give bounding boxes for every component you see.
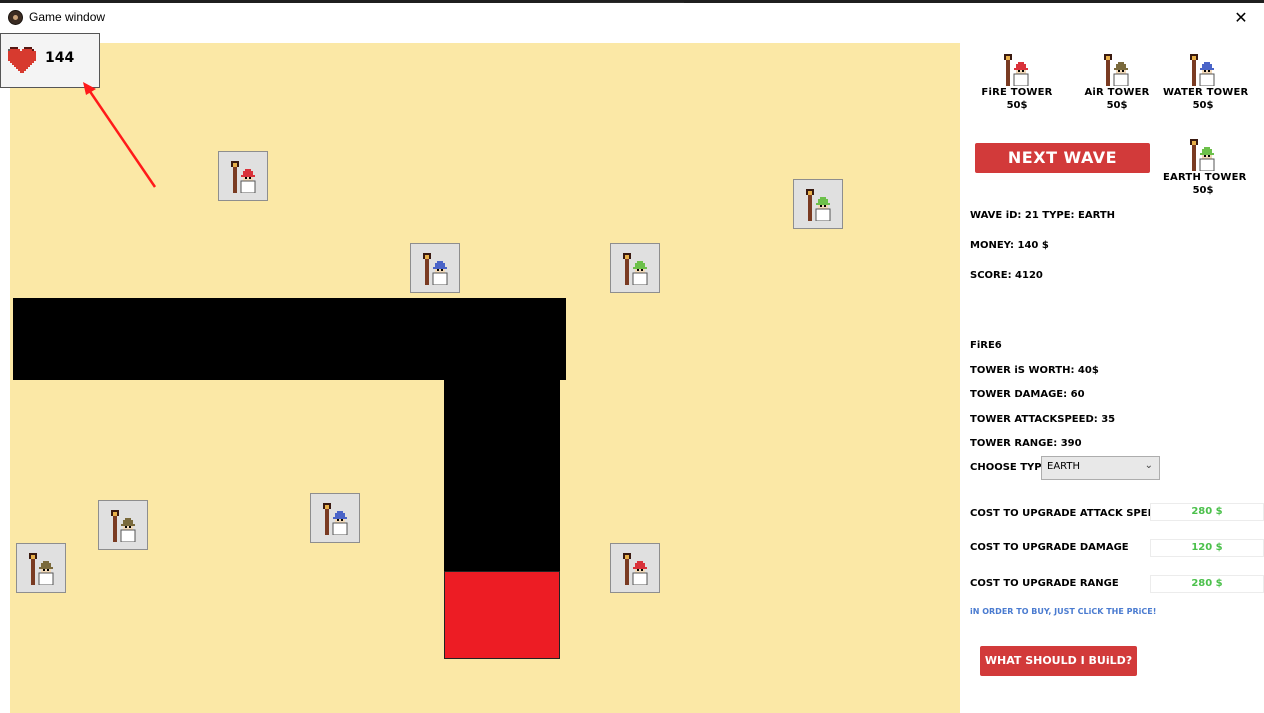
buy-hint: iN ORDER TO BUY, JUST CLiCK THE PRiCE! <box>970 607 1157 616</box>
water-tower-icon <box>1163 54 1243 86</box>
tower-type-value: EARTH <box>1047 461 1081 472</box>
fire-wizard-icon <box>623 553 648 585</box>
water-wizard-icon <box>423 253 448 285</box>
placed-tower-air[interactable] <box>16 543 66 593</box>
shop-air-tower[interactable]: AiR TOWER 50$ <box>1077 54 1157 112</box>
tower-damage: TOWER DAMAGE: 60 <box>970 389 1085 400</box>
shop-item-price: 50$ <box>1192 100 1214 111</box>
placed-tower-fire[interactable] <box>218 151 268 201</box>
placed-tower-earth[interactable] <box>793 179 843 229</box>
next-wave-button[interactable]: NEXT WAVE <box>975 143 1150 173</box>
advice-button[interactable]: WHAT SHOULD I BUiLD? <box>980 646 1137 676</box>
enemy-path-vertical <box>444 380 560 572</box>
upgrade-range-price[interactable]: 280 $ <box>1150 575 1264 593</box>
upgrade-range-label: COST TO UPGRADE RANGE <box>970 578 1119 589</box>
heart-icon <box>8 47 36 73</box>
shop-fire-tower[interactable]: FiRE TOWER 50$ <box>977 54 1057 112</box>
air-wizard-icon <box>111 510 136 542</box>
tower-type-dropdown[interactable]: EARTH ⌄ <box>1041 456 1160 480</box>
air-tower-icon <box>1077 54 1157 86</box>
shop-item-label: FiRE TOWER <box>981 87 1053 98</box>
window-title: Game window <box>29 10 106 24</box>
tower-worth: TOWER iS WORTH: 40$ <box>970 365 1099 376</box>
placed-tower-air[interactable] <box>98 500 148 550</box>
upgrade-attack-speed-price[interactable]: 280 $ <box>1150 503 1264 521</box>
close-button[interactable]: ✕ <box>1218 3 1264 32</box>
earth-wizard-icon <box>623 253 648 285</box>
chevron-down-icon: ⌄ <box>1144 460 1153 471</box>
app-icon <box>8 10 23 25</box>
shop-water-tower[interactable]: WATER TOWER 50$ <box>1163 54 1249 112</box>
lives-counter: 144 <box>0 33 100 88</box>
lives-value: 144 <box>45 50 75 66</box>
air-wizard-icon <box>29 553 54 585</box>
water-wizard-icon <box>323 503 348 535</box>
upgrade-damage-price[interactable]: 120 $ <box>1150 539 1264 557</box>
earth-tower-icon <box>1163 139 1243 171</box>
placed-tower-fire[interactable] <box>610 543 660 593</box>
earth-wizard-icon <box>806 189 831 221</box>
tower-range: TOWER RANGE: 390 <box>970 438 1082 449</box>
placed-tower-water[interactable] <box>310 493 360 543</box>
player-base <box>444 571 560 659</box>
placed-tower-water[interactable] <box>410 243 460 293</box>
shop-item-price: 50$ <box>1192 185 1214 196</box>
shop-item-price: 50$ <box>1006 100 1028 111</box>
shop-item-label: EARTH TOWER <box>1163 172 1247 183</box>
selected-tower-name: FiRE6 <box>970 340 1002 351</box>
wave-info: WAVE iD: 21 TYPE: EARTH <box>970 210 1116 221</box>
title-bar: Game window ✕ <box>0 3 1264 32</box>
game-map[interactable] <box>10 43 960 713</box>
shop-item-price: 50$ <box>1106 100 1128 111</box>
placed-tower-earth[interactable] <box>610 243 660 293</box>
upgrade-damage-label: COST TO UPGRADE DAMAGE <box>970 542 1129 553</box>
upgrade-attack-speed-label: COST TO UPGRADE ATTACK SPEED <box>970 508 1163 519</box>
side-panel: FiRE TOWER 50$ AiR TOWER 50$ WATER TOWER… <box>960 32 1264 713</box>
fire-tower-icon <box>977 54 1057 86</box>
shop-earth-tower[interactable]: EARTH TOWER 50$ <box>1163 139 1247 197</box>
tower-attack-speed: TOWER ATTACKSPEED: 35 <box>970 414 1116 425</box>
money-info: MONEY: 140 $ <box>970 240 1049 251</box>
fire-wizard-icon <box>231 161 256 193</box>
enemy-path-horizontal <box>13 298 566 380</box>
shop-item-label: WATER TOWER <box>1163 87 1249 98</box>
shop-item-label: AiR TOWER <box>1084 87 1150 98</box>
score-info: SCORE: 4120 <box>970 270 1043 281</box>
